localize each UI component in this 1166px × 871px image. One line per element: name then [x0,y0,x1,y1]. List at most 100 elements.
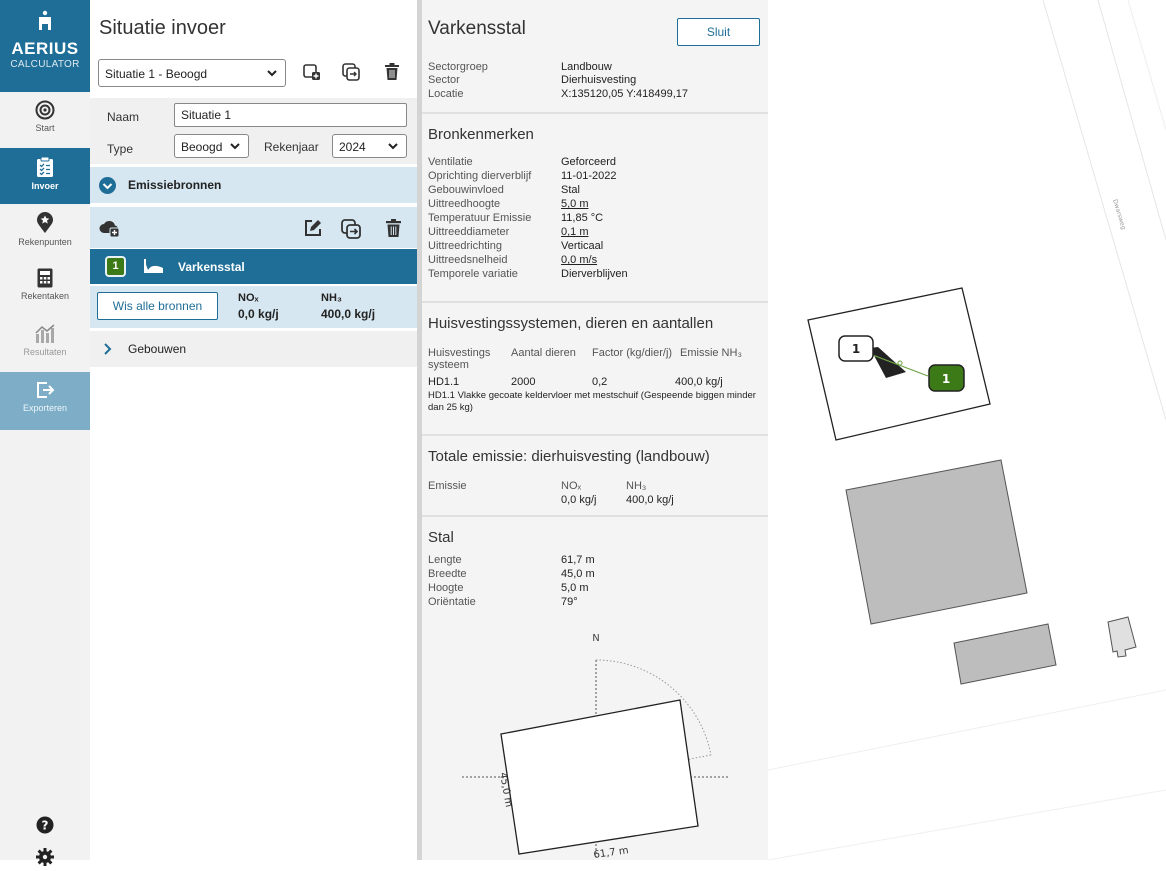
source-row-varkensstal[interactable]: 1 Varkensstal [90,249,417,284]
total-emission-label: Emissie [428,480,467,492]
building-orientation-diagram: N 45,0 m 61,7 m [462,633,730,860]
building-length-label: 61,7 m [593,845,629,860]
housing-title: Huisvestingssystemen, dieren en aantalle… [428,315,714,332]
characteristic-key: Uittreedhoogte [428,198,501,210]
street-label: Dwarsweg [1111,199,1127,231]
total-nh3-value: 400,0 kg/j [626,494,674,506]
total-emission-title: Totale emissie: dierhuisvesting (landbou… [428,448,710,465]
emission-sources-header[interactable]: Emissiebronnen [90,167,417,203]
copy-situation-icon[interactable] [342,63,360,81]
characteristic-row: Gebouwinvloed Stal [428,184,580,196]
animal-housing-icon [144,259,163,273]
characteristics-section: Bronkenmerken Ventilatie Geforceerd Opric… [422,114,768,303]
map-label-building-text: 1 [852,342,860,356]
situation-select-value: Situatie 1 - Beoogd [105,67,208,81]
total-emission-section: Totale emissie: dierhuisvesting (landbou… [422,436,768,517]
general-key: Locatie [428,88,464,100]
source-number-badge: 1 [105,256,126,277]
source-point [897,360,903,366]
nav-start[interactable]: Start [0,92,90,148]
situation-name-field[interactable]: Situatie 1 [174,103,407,127]
source-detail-panel: Varkensstal Sluit Sectorgroep Landbouw Se… [422,0,768,860]
characteristics-title: Bronkenmerken [428,126,534,143]
general-key: Sectorgroep [428,61,488,73]
source-name: Varkensstal [178,260,245,274]
type-select-value: Beoogd [181,140,223,154]
buildings-header[interactable]: Gebouwen [90,331,417,367]
copy-source-icon[interactable] [341,219,361,239]
delete-situation-icon[interactable] [385,63,399,80]
type-select[interactable]: Beoogd [174,134,249,158]
characteristic-row: Oprichting dierverblijf 11-01-2022 [428,170,616,182]
add-situation-icon[interactable] [303,63,321,81]
help-icon: ? [36,816,54,834]
situation-select[interactable]: Situatie 1 - Beoogd [98,59,286,87]
close-button[interactable]: Sluit [677,18,760,46]
total-nox-label: NOₓ [561,480,582,492]
chevron-down-icon [230,143,240,150]
page-title: Situatie invoer [99,17,226,39]
nh3-value: 400,0 kg/j [321,307,376,321]
aerius-logo[interactable]: AERIUS CALCULATOR [0,0,90,92]
road-edge [767,789,1166,861]
characteristic-value: 11-01-2022 [561,170,617,182]
housing-header-factor: Factor (kg/dier/j) [592,347,673,359]
nox-value: 0,0 kg/j [238,307,279,321]
target-icon [35,100,55,120]
building-outline [500,699,699,855]
calculator-icon [37,268,53,288]
edit-icon[interactable] [304,219,322,237]
characteristic-key: Uittreedrichting [428,240,502,252]
name-label: Naam [107,110,140,124]
map-canvas[interactable]: Dwarsweg 1 1 [767,0,1166,861]
housing-animals: 2000 [511,376,536,388]
app-name: AERIUS [11,39,79,58]
chevron-down-circle-icon [99,177,116,194]
clear-all-sources-button[interactable]: Wis alle bronnen [97,292,218,320]
map-pin-star-icon [37,212,53,233]
general-row: Sector Dierhuisvesting [428,74,636,86]
general-value: Dierhuisvesting [561,74,637,86]
chevron-down-icon [388,143,398,150]
help-button[interactable]: ? [0,816,90,839]
nav-exporteren[interactable]: Exporteren [0,372,90,430]
app-subtitle: CALCULATOR [10,59,80,70]
map-building[interactable] [1107,616,1137,658]
characteristic-value: 11,85 °C [561,212,604,224]
characteristic-row: Temperatuur Emissie 11,85 °C [428,212,603,224]
stal-section: Stal Lengte 61,7 m Breedte 45,0 m Hoogte 5,… [422,517,768,860]
aerius-logo-icon [39,10,51,30]
nox-label: NOₓ [238,292,259,304]
nav-invoer[interactable]: Invoer [0,148,90,204]
map-view[interactable]: Dwarsweg 1 1 [767,0,1166,861]
general-value: X:135120,05 Y:418499,17 [561,88,689,100]
characteristic-row: Ventilatie Geforceerd [428,156,616,168]
housing-emission: 400,0 kg/j [675,376,723,388]
delete-source-icon[interactable] [386,219,401,237]
housing-section: Huisvestingssystemen, dieren en aantalle… [422,303,768,436]
characteristic-value: Geforceerd [561,156,617,168]
nav-rekenpunten[interactable]: Rekenpunten [0,204,90,260]
year-label: Rekenjaar [264,140,319,154]
nav-resultaten-label: Resultaten [23,347,67,357]
road-edge [1042,0,1166,421]
year-select[interactable]: 2024 [332,134,407,158]
add-source-icon[interactable] [99,219,121,237]
characteristic-row: Uittreedhoogte 5,0 m [428,198,589,210]
detail-title: Varkensstal [428,18,526,39]
year-select-value: 2024 [339,140,366,154]
total-nh3-label: NH₃ [626,480,647,492]
characteristic-value: Stal [561,184,580,196]
map-building[interactable] [845,459,1028,625]
nav-rekentaken[interactable]: Rekentaken [0,260,90,316]
nav-invoer-label: Invoer [31,181,59,191]
characteristic-row: Temporele variatie Dierverblijven [428,268,628,280]
general-row: Sectorgroep Landbouw [428,61,612,73]
source-totals: Wis alle bronnen NOₓ 0,0 kg/j NH₃ 400,0 … [90,286,417,328]
buildings-label: Gebouwen [128,342,187,356]
nav-resultaten[interactable]: Resultaten [0,316,90,372]
bar-chart-icon [35,324,55,343]
general-key: Sector [428,74,460,86]
characteristic-key: Ventilatie [428,156,473,168]
map-building[interactable] [953,623,1057,685]
